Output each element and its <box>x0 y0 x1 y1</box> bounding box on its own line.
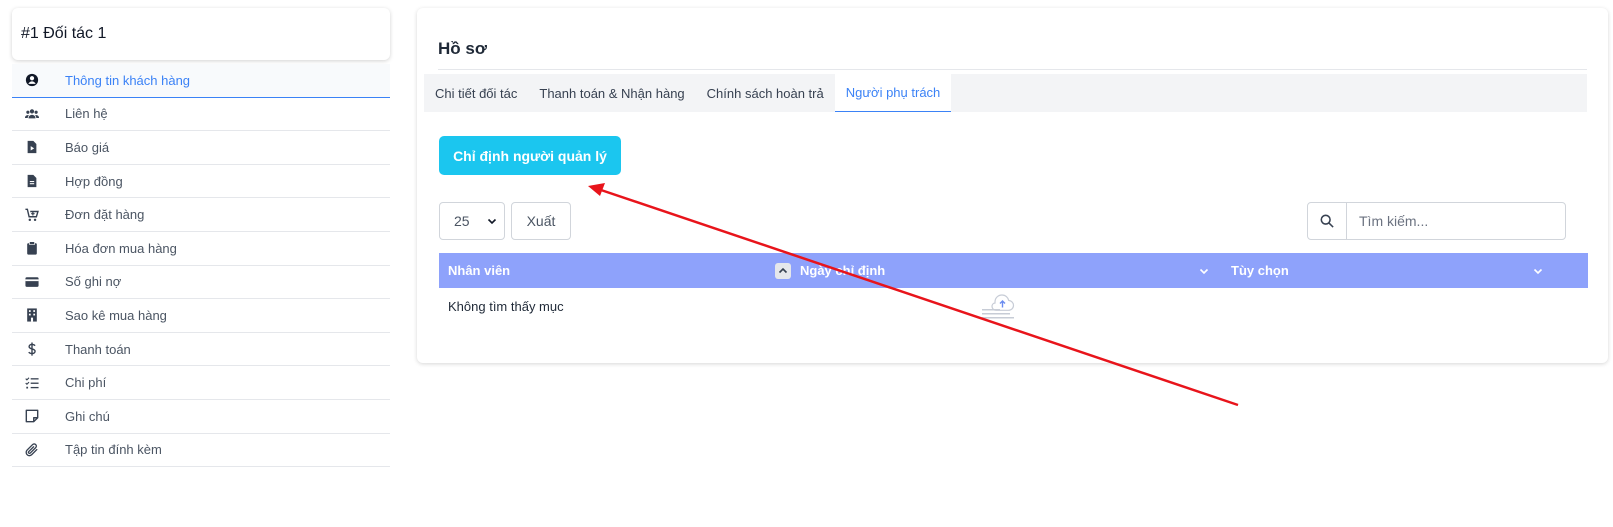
table-row-empty: Không tìm thấy mục <box>439 288 1588 324</box>
credit-card-icon <box>12 275 52 289</box>
sidebar-item-label: Sao kê mua hàng <box>65 307 167 323</box>
column-header-employee[interactable]: Nhân viên <box>439 253 799 288</box>
sidebar-item-customer-info[interactable]: Thông tin khách hàng <box>12 64 390 98</box>
sidebar-item-payments[interactable]: Thanh toán <box>12 333 390 367</box>
tab-bar: Chi tiết đối tác Thanh toán & Nhận hàng … <box>424 74 1587 112</box>
empty-cloud-upload-icon <box>982 294 1015 319</box>
sidebar-item-label: Hóa đơn mua hàng <box>65 240 177 256</box>
sidebar-item-label: Ghi chú <box>65 408 110 424</box>
sidebar-item-label: Báo giá <box>65 139 110 155</box>
client-title: #1 Đối tác 1 <box>21 25 107 42</box>
column-header-assigned-date[interactable]: Ngày chỉ định <box>791 253 1221 288</box>
table-header: Nhân viên Ngày chỉ định Tùy chọn <box>439 253 1588 288</box>
page-size-select[interactable]: 25 <box>439 202 505 240</box>
sidebar-item-label: Tập tin đính kèm <box>65 442 162 458</box>
profile-panel: Hồ sơ Chi tiết đối tác Thanh toán & Nhận… <box>417 8 1608 363</box>
chevron-down-icon[interactable] <box>1532 265 1544 277</box>
sidebar-item-attachments[interactable]: Tập tin đính kèm <box>12 434 390 468</box>
sidebar-item-label: Số ghi nợ <box>65 274 122 290</box>
tab-partner-details[interactable]: Chi tiết đối tác <box>424 74 528 112</box>
empty-message: Không tìm thấy mục <box>448 298 564 314</box>
panel-divider <box>438 69 1587 70</box>
sidebar-item-invoices[interactable]: Hóa đơn mua hàng <box>12 232 390 266</box>
sidebar-item-label: Chi phí <box>65 375 107 391</box>
search-icon <box>1308 203 1347 239</box>
sidebar-item-notes[interactable]: Ghi chú <box>12 400 390 434</box>
export-button[interactable]: Xuất <box>511 202 571 240</box>
sidebar-item-label: Thông tin khách hàng <box>65 72 191 88</box>
tab-payment-delivery[interactable]: Thanh toán & Nhận hàng <box>528 74 695 112</box>
sidebar-nav: Thông tin khách hàng Liên hệ Báo giá Hợp… <box>12 64 390 468</box>
tab-return-policy[interactable]: Chính sách hoàn trả <box>696 74 835 112</box>
sidebar-item-label: Liên hệ <box>65 106 108 122</box>
assignee-table: Nhân viên Ngày chỉ định Tùy chọn Không t… <box>439 253 1588 324</box>
sidebar-item-contacts[interactable]: Liên hệ <box>12 98 390 132</box>
chevron-down-icon <box>487 213 497 229</box>
sidebar-item-orders[interactable]: Đơn đặt hàng <box>12 198 390 232</box>
sidebar-item-quotes[interactable]: Báo giá <box>12 131 390 165</box>
sidebar-item-label: Thanh toán <box>65 341 131 357</box>
clipboard-icon <box>12 241 52 255</box>
file-play-icon <box>12 140 52 154</box>
sort-asc-icon[interactable] <box>775 263 791 279</box>
users-icon <box>12 107 52 121</box>
dollar-icon <box>12 342 52 356</box>
tab-person-in-charge[interactable]: Người phụ trách <box>834 74 952 112</box>
user-circle-icon <box>12 73 52 87</box>
search-box <box>1307 202 1566 240</box>
panel-title: Hồ sơ <box>438 39 487 58</box>
sticky-note-icon <box>12 409 52 423</box>
chevron-down-icon[interactable] <box>1198 265 1210 277</box>
sidebar-item-contracts[interactable]: Hợp đồng <box>12 165 390 199</box>
cart-plus-icon <box>12 208 52 222</box>
sidebar-item-expenses[interactable]: Chi phí <box>12 366 390 400</box>
sidebar-item-debit-notes[interactable]: Số ghi nợ <box>12 266 390 300</box>
search-input[interactable] <box>1347 203 1565 239</box>
file-text-icon <box>12 174 52 188</box>
sidebar-item-label: Hợp đồng <box>65 173 123 189</box>
paperclip-icon <box>12 443 52 457</box>
client-title-card: #1 Đối tác 1 <box>12 8 390 60</box>
checklist-icon <box>12 376 52 390</box>
sidebar-item-statements[interactable]: Sao kê mua hàng <box>12 299 390 333</box>
assign-manager-button[interactable]: Chỉ định người quản lý <box>439 136 621 175</box>
sidebar-item-label: Đơn đặt hàng <box>65 207 145 223</box>
page-size-value: 25 <box>454 213 470 229</box>
building-icon <box>12 308 52 323</box>
